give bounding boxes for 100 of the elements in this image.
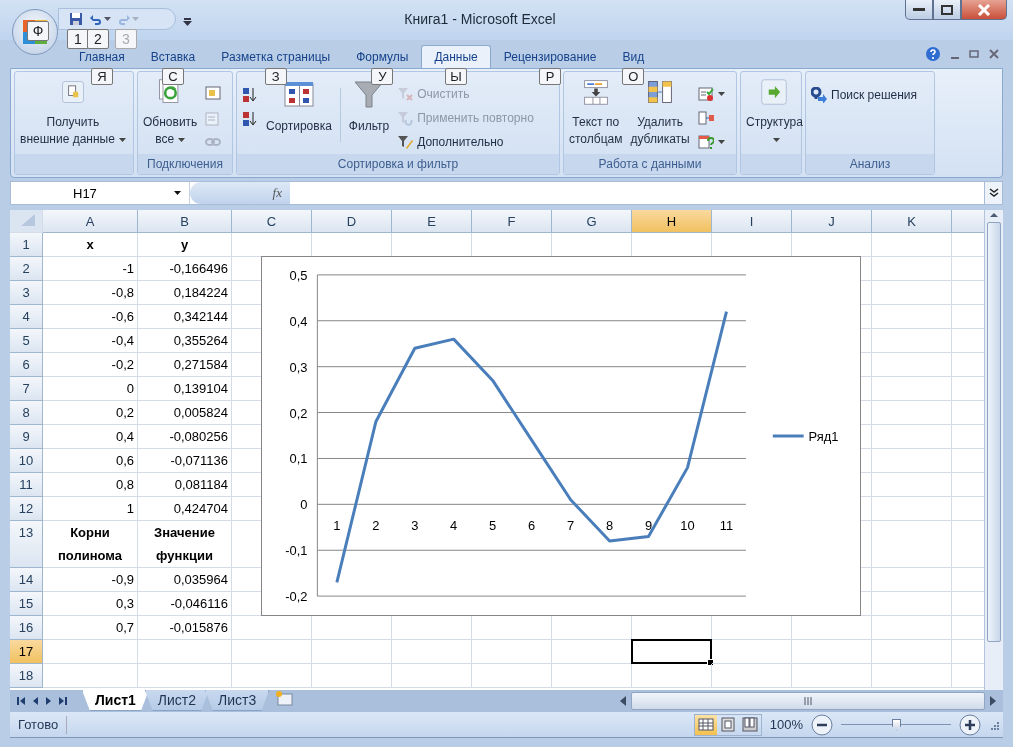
column-header[interactable]: J	[792, 210, 872, 233]
help-button[interactable]	[925, 46, 941, 62]
table-cell: -0,015876	[138, 616, 232, 640]
row-header[interactable]: 15	[10, 592, 43, 616]
row-header[interactable]: 4	[10, 305, 43, 329]
close-icon	[977, 3, 991, 16]
clear-filter-icon	[397, 86, 414, 103]
maximize-button[interactable]	[933, 0, 961, 20]
row-header[interactable]: 1	[10, 233, 43, 257]
column-header[interactable]: F	[472, 210, 552, 233]
grip-icon	[804, 697, 812, 705]
scroll-right-icon[interactable]	[989, 695, 997, 707]
axis-label: 0,5	[289, 267, 308, 283]
column-header[interactable]: A	[43, 210, 138, 233]
row-header[interactable]: 10	[10, 449, 43, 473]
last-button[interactable]	[58, 696, 68, 706]
key-tip: 3	[115, 29, 137, 49]
column-header[interactable]: E	[392, 210, 472, 233]
key-tip: З	[264, 68, 287, 85]
minimize-button[interactable]	[905, 0, 933, 20]
table-cell: 0,005824	[138, 401, 232, 425]
column-header[interactable]: I	[712, 210, 792, 233]
zoom-slider[interactable]	[892, 718, 901, 731]
column-header[interactable]: G	[552, 210, 632, 233]
row-header[interactable]: 3	[10, 281, 43, 305]
new-sheet-icon	[275, 690, 294, 706]
row-header[interactable]: 11	[10, 473, 43, 497]
ribbon-button[interactable]: Структура	[744, 74, 805, 152]
sheet-tab[interactable]: Лист1	[82, 690, 149, 711]
caret-icon	[717, 92, 725, 97]
row-header[interactable]: 18	[10, 664, 43, 688]
axis-label: 5	[489, 518, 497, 534]
vertical-scrollbar[interactable]	[984, 210, 1003, 690]
axis-label: 0,1	[289, 451, 308, 467]
row-header[interactable]: 7	[10, 377, 43, 401]
column-header[interactable]: C	[232, 210, 312, 233]
save-button[interactable]	[69, 12, 83, 26]
row-header[interactable]: 6	[10, 353, 43, 377]
sheet-tab[interactable]: Лист3	[205, 690, 270, 711]
last-icon	[58, 696, 68, 706]
ribbon-tab[interactable]: Данные	[421, 45, 491, 68]
group-label: Работа с данными	[564, 154, 736, 174]
axis-label: 7	[567, 518, 575, 534]
table-cell: 0,355264	[138, 329, 232, 353]
view-button[interactable]	[694, 714, 717, 735]
axis-label: 0,4	[289, 313, 308, 329]
redo-icon	[117, 12, 131, 26]
advanced-filter-icon	[397, 133, 414, 150]
row-header[interactable]: 2	[10, 257, 43, 281]
axis-label: 10	[680, 518, 695, 534]
validation-icon	[697, 86, 714, 103]
row-header[interactable]: 8	[10, 401, 43, 425]
table-cell: 0,3	[43, 592, 138, 616]
table-cell: 0,184224	[138, 281, 232, 305]
ribbon-button[interactable]: Текст по столбцам	[567, 74, 625, 152]
row-header[interactable]: 13	[10, 521, 43, 568]
key-tip: 1	[67, 29, 89, 49]
ribbon-button[interactable]: Дополнительно	[395, 131, 536, 152]
scroll-left-icon[interactable]	[619, 695, 627, 707]
table-cell: -0,046116	[138, 592, 232, 616]
legend-label: Ряд1	[808, 428, 839, 444]
axis-label: -0,2	[285, 589, 308, 605]
row-header[interactable]: 16	[10, 616, 43, 640]
table-cell: 0,342144	[138, 305, 232, 329]
caret-icon	[717, 139, 725, 144]
ribbon-button[interactable]: Поиск решения	[809, 84, 920, 105]
close-button[interactable]	[961, 0, 1007, 20]
group-label: Подключения	[138, 154, 232, 174]
ribbon-tab[interactable]: Вид	[609, 45, 658, 68]
row-header[interactable]: 17	[10, 640, 43, 664]
restore-button[interactable]	[969, 50, 979, 58]
row-header[interactable]: 14	[10, 568, 43, 592]
maximize-icon	[941, 4, 953, 15]
axis-label: 8	[606, 518, 614, 534]
zoom-out-button[interactable]	[811, 713, 833, 736]
column-header[interactable]: D	[312, 210, 392, 233]
axis-label: 1	[333, 518, 341, 534]
window-title: Книга1 - Microsoft Excel	[404, 11, 556, 27]
ribbon-tab[interactable]: Формулы	[343, 45, 422, 68]
key-tip: О	[622, 68, 645, 85]
table-cell: -0,8	[43, 281, 138, 305]
ribbon-tab[interactable]: Разметка страницы	[208, 45, 344, 68]
ribbon-tab[interactable]: Вставка	[137, 45, 209, 68]
row-header[interactable]: 9	[10, 425, 43, 449]
column-header[interactable]: H	[632, 210, 712, 233]
column-header[interactable]: K	[872, 210, 952, 233]
zoom-level: 100%	[769, 717, 803, 732]
zoom-in-button[interactable]	[959, 713, 981, 736]
caret-icon	[183, 18, 192, 26]
row-header[interactable]: 5	[10, 329, 43, 353]
zoom-in-icon	[959, 713, 981, 736]
restore-icon	[969, 50, 979, 58]
table-cell: y	[138, 233, 232, 257]
row-header[interactable]: 12	[10, 497, 43, 521]
column-header[interactable]: B	[138, 210, 232, 233]
close-button[interactable]	[989, 49, 999, 59]
save-icon	[69, 12, 83, 26]
first-button[interactable]	[16, 696, 26, 706]
table-cell: -0,2	[43, 353, 138, 377]
ribbon-tab[interactable]: Рецензирование	[490, 45, 610, 68]
